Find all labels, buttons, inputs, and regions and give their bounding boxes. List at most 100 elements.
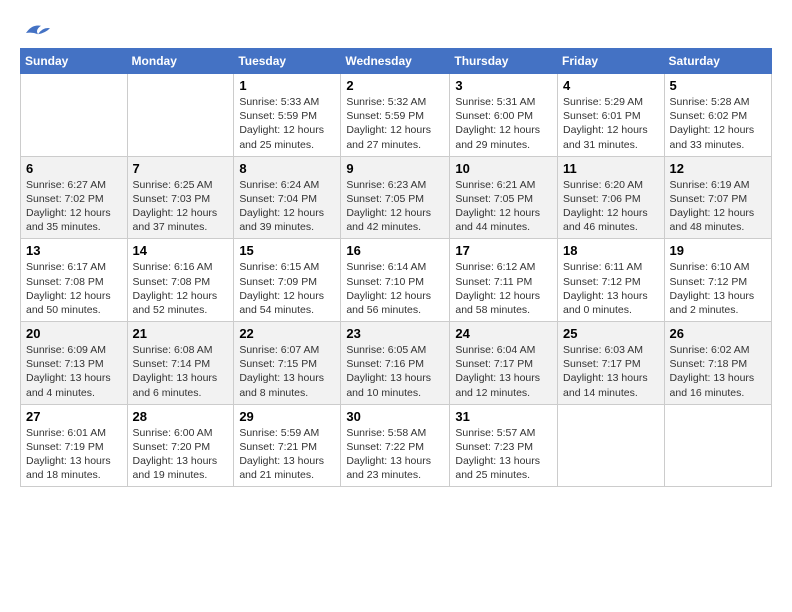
day-number: 21 xyxy=(133,326,229,341)
day-number: 9 xyxy=(346,161,444,176)
day-number: 3 xyxy=(455,78,552,93)
day-info: Sunrise: 6:04 AM Sunset: 7:17 PM Dayligh… xyxy=(455,343,552,400)
calendar-cell: 3 Sunrise: 5:31 AM Sunset: 6:00 PM Daylig… xyxy=(450,74,558,157)
day-info: Sunrise: 5:58 AM Sunset: 7:22 PM Dayligh… xyxy=(346,426,444,483)
calendar-cell: 20 Sunrise: 6:09 AM Sunset: 7:13 PM Dayli… xyxy=(21,322,128,405)
day-info: Sunrise: 6:07 AM Sunset: 7:15 PM Dayligh… xyxy=(239,343,335,400)
day-header-monday: Monday xyxy=(127,49,234,74)
day-number: 1 xyxy=(239,78,335,93)
day-header-friday: Friday xyxy=(558,49,665,74)
calendar-cell: 26Sunrise: 6:02 AM Sunset: 7:18 PM Dayli… xyxy=(664,322,771,405)
day-info: Sunrise: 6:16 AM Sunset: 7:08 PM Dayligh… xyxy=(133,260,229,317)
day-number: 28 xyxy=(133,409,229,424)
day-header-thursday: Thursday xyxy=(450,49,558,74)
calendar-week-1: 6 Sunrise: 6:27 AM Sunset: 7:02 PM Daylig… xyxy=(21,156,772,239)
day-info: Sunrise: 5:31 AM Sunset: 6:00 PM Dayligh… xyxy=(455,95,552,152)
calendar-cell: 17 Sunrise: 6:12 AM Sunset: 7:11 PM Dayli… xyxy=(450,239,558,322)
day-number: 13 xyxy=(26,243,122,258)
day-info: Sunrise: 6:23 AM Sunset: 7:05 PM Dayligh… xyxy=(346,178,444,235)
day-info: Sunrise: 6:19 AM Sunset: 7:07 PM Dayligh… xyxy=(670,178,766,235)
calendar-cell: 2 Sunrise: 5:32 AM Sunset: 5:59 PM Daylig… xyxy=(341,74,450,157)
day-number: 4 xyxy=(563,78,659,93)
day-number: 30 xyxy=(346,409,444,424)
day-info: Sunrise: 6:14 AM Sunset: 7:10 PM Dayligh… xyxy=(346,260,444,317)
day-info: Sunrise: 5:29 AM Sunset: 6:01 PM Dayligh… xyxy=(563,95,659,152)
calendar-cell: 29 Sunrise: 5:59 AM Sunset: 7:21 PM Dayli… xyxy=(234,404,341,487)
day-info: Sunrise: 6:21 AM Sunset: 7:05 PM Dayligh… xyxy=(455,178,552,235)
day-info: Sunrise: 6:08 AM Sunset: 7:14 PM Dayligh… xyxy=(133,343,229,400)
day-number: 12 xyxy=(670,161,766,176)
day-info: Sunrise: 5:59 AM Sunset: 7:21 PM Dayligh… xyxy=(239,426,335,483)
calendar-cell: 13 Sunrise: 6:17 AM Sunset: 7:08 PM Dayli… xyxy=(21,239,128,322)
day-header-wednesday: Wednesday xyxy=(341,49,450,74)
calendar-cell xyxy=(558,404,665,487)
day-number: 17 xyxy=(455,243,552,258)
day-number: 22 xyxy=(239,326,335,341)
day-info: Sunrise: 6:09 AM Sunset: 7:13 PM Dayligh… xyxy=(26,343,122,400)
calendar-week-4: 27 Sunrise: 6:01 AM Sunset: 7:19 PM Dayli… xyxy=(21,404,772,487)
day-info: Sunrise: 6:11 AM Sunset: 7:12 PM Dayligh… xyxy=(563,260,659,317)
logo xyxy=(20,20,50,40)
day-info: Sunrise: 6:25 AM Sunset: 7:03 PM Dayligh… xyxy=(133,178,229,235)
calendar-header-row: SundayMondayTuesdayWednesdayThursdayFrid… xyxy=(21,49,772,74)
calendar-cell: 6 Sunrise: 6:27 AM Sunset: 7:02 PM Daylig… xyxy=(21,156,128,239)
calendar-cell: 10 Sunrise: 6:21 AM Sunset: 7:05 PM Dayli… xyxy=(450,156,558,239)
calendar-cell: 25Sunrise: 6:03 AM Sunset: 7:17 PM Dayli… xyxy=(558,322,665,405)
day-info: Sunrise: 6:27 AM Sunset: 7:02 PM Dayligh… xyxy=(26,178,122,235)
day-number: 16 xyxy=(346,243,444,258)
day-number: 23 xyxy=(346,326,444,341)
calendar-cell xyxy=(664,404,771,487)
calendar-week-3: 20 Sunrise: 6:09 AM Sunset: 7:13 PM Dayli… xyxy=(21,322,772,405)
day-number: 7 xyxy=(133,161,229,176)
page-header xyxy=(20,16,772,40)
day-info: Sunrise: 6:12 AM Sunset: 7:11 PM Dayligh… xyxy=(455,260,552,317)
day-number: 10 xyxy=(455,161,552,176)
day-info: Sunrise: 6:17 AM Sunset: 7:08 PM Dayligh… xyxy=(26,260,122,317)
day-number: 20 xyxy=(26,326,122,341)
day-number: 18 xyxy=(563,243,659,258)
day-header-tuesday: Tuesday xyxy=(234,49,341,74)
day-info: Sunrise: 5:28 AM Sunset: 6:02 PM Dayligh… xyxy=(670,95,766,152)
calendar-cell: 28 Sunrise: 6:00 AM Sunset: 7:20 PM Dayli… xyxy=(127,404,234,487)
day-number: 5 xyxy=(670,78,766,93)
calendar-cell: 18 Sunrise: 6:11 AM Sunset: 7:12 PM Dayli… xyxy=(558,239,665,322)
day-number: 24 xyxy=(455,326,552,341)
day-number: 27 xyxy=(26,409,122,424)
calendar-cell: 5 Sunrise: 5:28 AM Sunset: 6:02 PM Daylig… xyxy=(664,74,771,157)
day-number: 25 xyxy=(563,326,659,341)
day-info: Sunrise: 5:32 AM Sunset: 5:59 PM Dayligh… xyxy=(346,95,444,152)
day-info: Sunrise: 6:24 AM Sunset: 7:04 PM Dayligh… xyxy=(239,178,335,235)
calendar-cell: 8 Sunrise: 6:24 AM Sunset: 7:04 PM Daylig… xyxy=(234,156,341,239)
day-info: Sunrise: 6:05 AM Sunset: 7:16 PM Dayligh… xyxy=(346,343,444,400)
day-number: 29 xyxy=(239,409,335,424)
day-info: Sunrise: 6:00 AM Sunset: 7:20 PM Dayligh… xyxy=(133,426,229,483)
calendar-cell: 1Sunrise: 5:33 AM Sunset: 5:59 PM Daylig… xyxy=(234,74,341,157)
day-info: Sunrise: 6:01 AM Sunset: 7:19 PM Dayligh… xyxy=(26,426,122,483)
day-number: 8 xyxy=(239,161,335,176)
day-number: 31 xyxy=(455,409,552,424)
calendar-cell: 23 Sunrise: 6:05 AM Sunset: 7:16 PM Dayli… xyxy=(341,322,450,405)
calendar-cell: 14 Sunrise: 6:16 AM Sunset: 7:08 PM Dayli… xyxy=(127,239,234,322)
day-number: 11 xyxy=(563,161,659,176)
calendar-cell xyxy=(127,74,234,157)
day-number: 6 xyxy=(26,161,122,176)
calendar-cell: 7 Sunrise: 6:25 AM Sunset: 7:03 PM Daylig… xyxy=(127,156,234,239)
calendar-cell: 27 Sunrise: 6:01 AM Sunset: 7:19 PM Dayli… xyxy=(21,404,128,487)
calendar-week-2: 13 Sunrise: 6:17 AM Sunset: 7:08 PM Dayli… xyxy=(21,239,772,322)
calendar-cell: 9 Sunrise: 6:23 AM Sunset: 7:05 PM Daylig… xyxy=(341,156,450,239)
day-header-sunday: Sunday xyxy=(21,49,128,74)
calendar-cell: 22 Sunrise: 6:07 AM Sunset: 7:15 PM Dayli… xyxy=(234,322,341,405)
day-number: 2 xyxy=(346,78,444,93)
day-number: 14 xyxy=(133,243,229,258)
day-info: Sunrise: 6:20 AM Sunset: 7:06 PM Dayligh… xyxy=(563,178,659,235)
day-number: 19 xyxy=(670,243,766,258)
day-number: 26 xyxy=(670,326,766,341)
calendar-cell: 12 Sunrise: 6:19 AM Sunset: 7:07 PM Dayli… xyxy=(664,156,771,239)
logo-icon xyxy=(20,20,50,40)
day-info: Sunrise: 6:10 AM Sunset: 7:12 PM Dayligh… xyxy=(670,260,766,317)
calendar-cell: 19 Sunrise: 6:10 AM Sunset: 7:12 PM Dayli… xyxy=(664,239,771,322)
calendar-cell: 4 Sunrise: 5:29 AM Sunset: 6:01 PM Daylig… xyxy=(558,74,665,157)
calendar-cell xyxy=(21,74,128,157)
calendar-cell: 11 Sunrise: 6:20 AM Sunset: 7:06 PM Dayli… xyxy=(558,156,665,239)
calendar-cell: 30 Sunrise: 5:58 AM Sunset: 7:22 PM Dayli… xyxy=(341,404,450,487)
